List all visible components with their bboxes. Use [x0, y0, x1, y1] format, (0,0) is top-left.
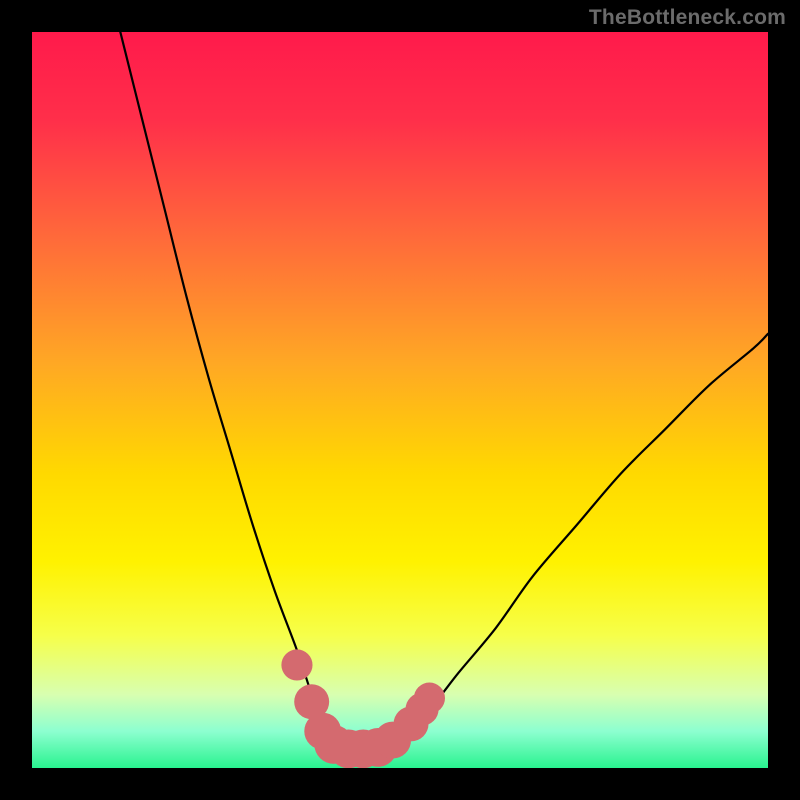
- curve-marker: [281, 649, 312, 680]
- curve-marker: [414, 683, 445, 714]
- bottleneck-chart: [32, 32, 768, 768]
- watermark-text: TheBottleneck.com: [589, 6, 786, 30]
- plot-area: [32, 32, 768, 768]
- gradient-background: [32, 32, 768, 768]
- chart-frame: TheBottleneck.com: [0, 0, 800, 800]
